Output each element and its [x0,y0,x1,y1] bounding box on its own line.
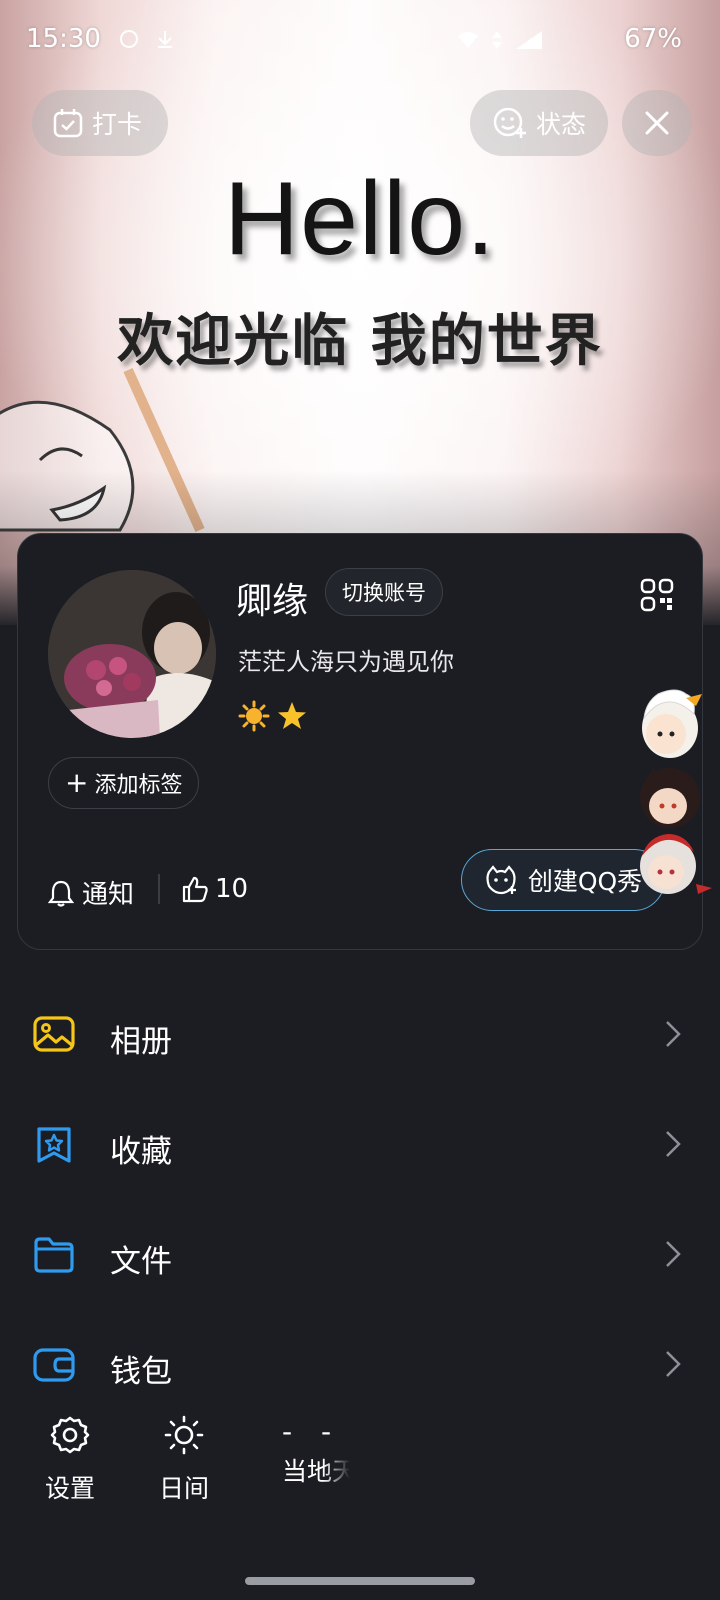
thumbs-up-icon [182,876,208,903]
add-tag-label: 添加标签 [94,773,183,798]
qqshow-characters-sticker[interactable] [636,688,716,918]
add-tag-button[interactable]: + 添加标签 [48,757,200,809]
signal-icons [456,29,544,51]
avatar[interactable] [48,570,216,738]
bottom-bar: 设置 日间 - - 当地天 [0,1395,720,1503]
menu-item-favorites[interactable]: 收藏 [0,1090,720,1200]
character-1 [642,689,702,758]
character-2 [640,768,700,828]
weather-button[interactable]: - - 当地天 [282,1415,372,1494]
avatar-photo [48,570,216,738]
sync-icon [120,30,138,48]
settings-button[interactable]: 设置 [38,1415,102,1505]
nickname[interactable]: 卿缘 [236,572,308,624]
weather-label: 当地天 [282,1457,350,1486]
menu-list: 相册 收藏 文件 钱包 [0,980,720,1420]
status-time: 15:30 [26,24,101,54]
favorites-icon [37,1127,71,1163]
download-icon [158,31,172,48]
switch-account-button[interactable]: 切换账号 [325,568,443,616]
menu-item-label: 收藏 [110,1134,172,1170]
day-mode-label: 日间 [158,1474,209,1503]
sun-icon [164,1415,204,1455]
personal-signature[interactable]: 茫茫人海只为遇见你 [238,642,454,677]
wallet-icon [33,1348,75,1382]
profile-drawer-screen: Hello. 欢迎光临 我的世界 15:30 67% 打卡 状态 卿缘 切换账号… [0,0,720,1600]
checkin-button[interactable]: 打卡 [32,90,168,156]
bell-icon [48,880,74,907]
status-notification-icons [118,28,176,50]
menu-item-label: 文件 [110,1244,172,1280]
notification-button[interactable]: 通知 [48,874,134,911]
weather-value: - - [282,1415,342,1448]
menu-item-label: 钱包 [110,1354,172,1390]
qr-code-icon[interactable] [640,578,674,612]
create-qqshow-button[interactable]: 创建QQ秀 [461,849,665,911]
close-icon [645,111,669,135]
gear-icon [50,1416,90,1454]
profile-card: 卿缘 切换账号 茫茫人海只为遇见你 + 添加标签 通知 10 创建QQ秀 [17,533,703,950]
day-mode-button[interactable]: 日间 [152,1415,216,1505]
folder-icon [34,1237,74,1273]
qqshow-cat-icon [486,865,516,895]
create-qqshow-label: 创建QQ秀 [527,867,643,896]
sun-badge-icon [238,700,270,732]
like-button[interactable]: 10 [181,874,248,904]
close-button[interactable] [622,90,692,156]
menu-item-label: 相册 [110,1024,172,1060]
chevron-right-icon [666,1021,681,1047]
data-arrows-icon [492,31,502,49]
calendar-check-icon [53,109,83,138]
chevron-right-icon [666,1241,681,1267]
plus-icon: + [65,766,89,799]
character-3 [640,834,712,894]
status-bar: 15:30 67% [0,20,720,60]
level-badges[interactable] [238,700,308,732]
status-label: 状态 [536,110,587,139]
settings-label: 设置 [44,1474,95,1503]
battery-level: 67% [624,24,682,54]
smiley-plus-icon [493,107,526,138]
menu-item-album[interactable]: 相册 [0,980,720,1090]
checkin-label: 打卡 [92,110,143,139]
like-count: 10 [215,874,249,904]
chevron-right-icon [666,1351,681,1377]
notify-label: 通知 [82,880,135,910]
home-indicator[interactable] [245,1577,475,1585]
divider [158,874,160,904]
chevron-right-icon [666,1131,681,1157]
wifi-icon [458,32,478,48]
album-icon [33,1016,75,1052]
cell-signal-icon [516,31,542,49]
status-button[interactable]: 状态 [470,90,608,156]
menu-item-files[interactable]: 文件 [0,1200,720,1310]
star-badge-icon [278,702,306,729]
banner-headline: Hello. [224,161,496,277]
